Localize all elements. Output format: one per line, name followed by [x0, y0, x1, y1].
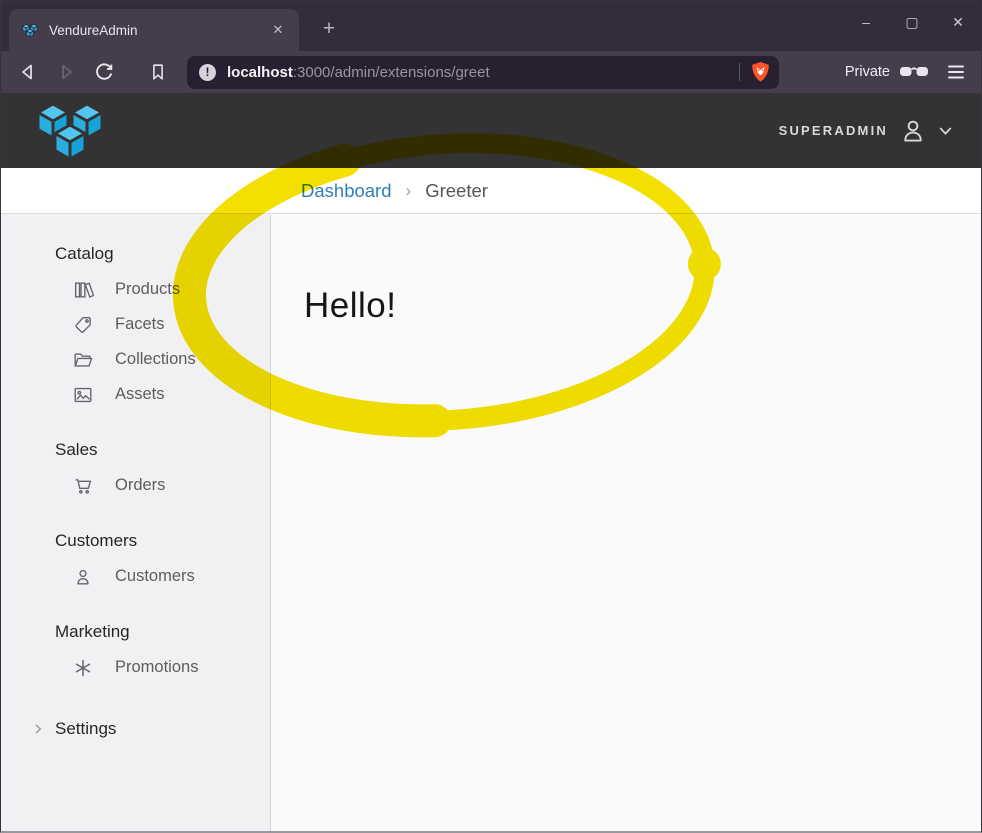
sidebar-section-catalog: Catalog Products Facets	[1, 244, 270, 412]
url-bar[interactable]: ! localhost:3000/admin/extensions/greet	[187, 56, 779, 89]
section-title-catalog: Catalog	[1, 244, 270, 264]
reload-icon	[93, 61, 115, 83]
url-path: :3000/admin/extensions/greet	[293, 64, 490, 81]
section-title-marketing: Marketing	[1, 622, 270, 642]
tag-icon	[72, 314, 94, 336]
sidebar-item-orders[interactable]: Orders	[1, 468, 270, 503]
sidebar-section-sales: Sales Orders	[1, 440, 270, 503]
breadcrumb-separator: ›	[406, 181, 412, 201]
settings-label: Settings	[55, 719, 116, 739]
sidebar-section-marketing: Marketing Promotions	[1, 622, 270, 685]
close-button[interactable]: ✕	[935, 1, 981, 43]
user-menu[interactable]: SUPERADMIN	[779, 116, 953, 146]
brave-shield-icon[interactable]	[750, 60, 771, 84]
back-button[interactable]	[9, 55, 47, 89]
reload-button[interactable]	[85, 55, 123, 89]
sidebar-item-label: Orders	[115, 476, 165, 495]
sidebar-item-promotions[interactable]: Promotions	[1, 650, 270, 685]
sidebar-item-label: Customers	[115, 567, 195, 586]
site-info-icon[interactable]: !	[199, 64, 216, 81]
url-host: localhost	[227, 64, 293, 81]
sidebar-item-label: Products	[115, 280, 180, 299]
library-icon	[72, 279, 94, 301]
main-content: Hello!	[271, 214, 981, 833]
private-badge: Private	[845, 64, 929, 80]
section-title-customers: Customers	[1, 531, 270, 551]
url-text: localhost:3000/admin/extensions/greet	[227, 64, 729, 81]
forward-button[interactable]	[47, 55, 85, 89]
sidebar-item-assets[interactable]: Assets	[1, 377, 270, 412]
browser-window: VendureAdmin ✕ + – ▢ ✕	[0, 0, 982, 833]
admin-body: Catalog Products Facets	[1, 214, 981, 833]
sidebar-item-facets[interactable]: Facets	[1, 307, 270, 342]
section-title-sales: Sales	[1, 440, 270, 460]
folder-icon	[72, 349, 94, 371]
hamburger-icon	[947, 64, 965, 80]
sunglasses-icon	[899, 66, 929, 78]
url-divider	[739, 63, 740, 81]
back-icon	[17, 61, 39, 83]
private-label: Private	[845, 64, 890, 80]
sidebar-item-label: Collections	[115, 350, 196, 369]
cart-icon	[72, 475, 94, 497]
browser-toolbar: ! localhost:3000/admin/extensions/greet …	[1, 51, 981, 93]
user-icon	[72, 566, 94, 588]
tab-strip: VendureAdmin ✕ + – ▢ ✕	[1, 1, 981, 51]
sidebar: Catalog Products Facets	[1, 214, 271, 833]
breadcrumb: Dashboard › Greeter	[1, 168, 981, 214]
vendure-logo[interactable]	[31, 96, 109, 166]
vendure-favicon-icon	[21, 22, 39, 39]
sidebar-item-collections[interactable]: Collections	[1, 342, 270, 377]
breadcrumb-current: Greeter	[425, 180, 488, 202]
sidebar-section-customers: Customers Customers	[1, 531, 270, 594]
chevron-down-icon	[938, 125, 953, 137]
bookmark-button[interactable]	[139, 55, 177, 89]
minimize-button[interactable]: –	[843, 1, 889, 43]
sidebar-item-customers[interactable]: Customers	[1, 559, 270, 594]
sidebar-item-settings[interactable]: Settings	[1, 719, 270, 739]
sidebar-item-label: Promotions	[115, 658, 198, 677]
tab-vendure-admin[interactable]: VendureAdmin ✕	[9, 9, 299, 51]
username-label: SUPERADMIN	[779, 123, 888, 138]
maximize-button[interactable]: ▢	[889, 1, 935, 43]
greeting-heading: Hello!	[304, 286, 981, 326]
image-icon	[72, 384, 94, 406]
sidebar-item-label: Facets	[115, 315, 165, 334]
sidebar-item-label: Assets	[115, 385, 165, 404]
tab-title: VendureAdmin	[49, 23, 267, 38]
admin-header: SUPERADMIN	[1, 93, 981, 168]
sidebar-item-products[interactable]: Products	[1, 272, 270, 307]
asterisk-icon	[72, 657, 94, 679]
chevron-right-icon	[31, 722, 45, 736]
new-tab-button[interactable]: +	[315, 15, 343, 43]
breadcrumb-dashboard-link[interactable]: Dashboard	[301, 180, 392, 202]
user-icon	[898, 116, 928, 146]
tab-close-icon[interactable]: ✕	[267, 19, 289, 41]
bookmark-icon	[148, 62, 168, 82]
forward-icon	[55, 61, 77, 83]
menu-button[interactable]	[947, 64, 965, 80]
window-controls: – ▢ ✕	[843, 1, 981, 43]
